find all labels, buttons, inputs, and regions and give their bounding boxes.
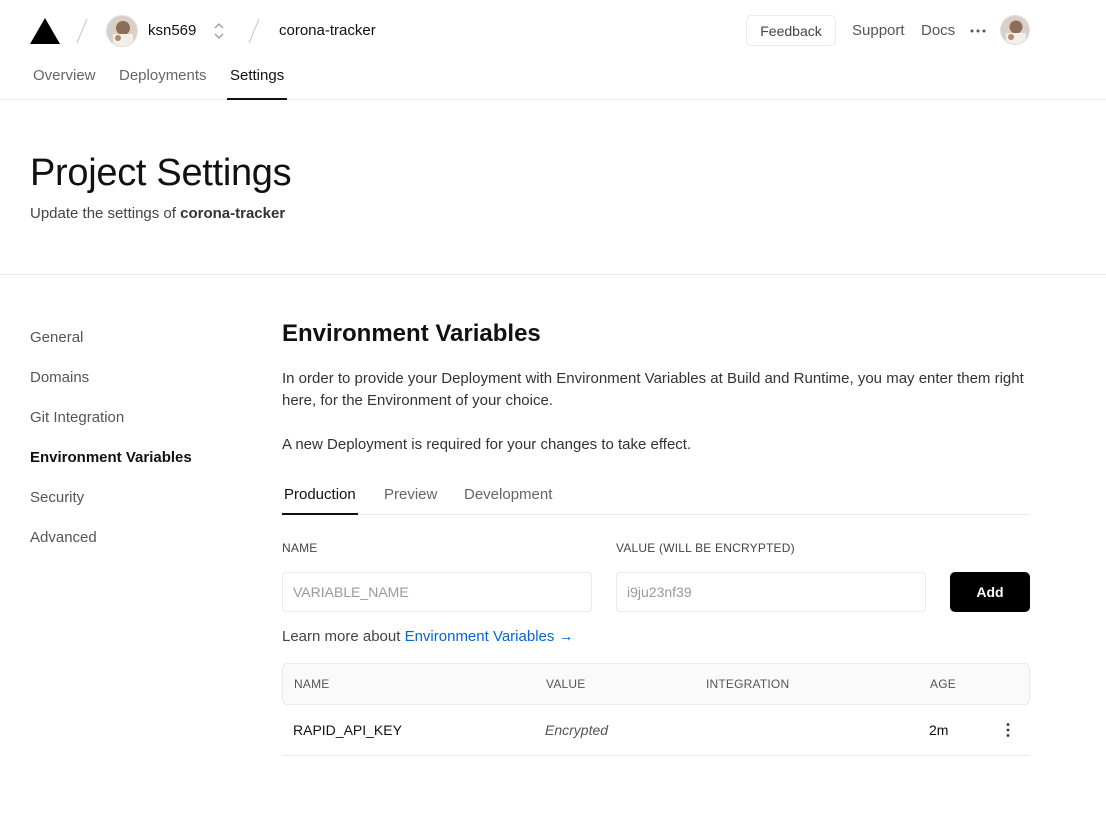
team-avatar[interactable] bbox=[106, 15, 138, 47]
breadcrumb-separator-icon bbox=[76, 18, 88, 44]
vercel-logo-icon[interactable] bbox=[30, 18, 60, 44]
breadcrumb-separator-icon bbox=[248, 18, 260, 44]
section-title: Environment Variables bbox=[282, 320, 541, 347]
section-description: In order to provide your Deployment with… bbox=[282, 370, 1024, 409]
tab-development[interactable]: Development bbox=[464, 486, 552, 515]
sidebar-item-git-integration[interactable]: Git Integration bbox=[30, 409, 230, 449]
name-field-label: NAME bbox=[282, 541, 318, 555]
top-header: ksn569 corona-tracker Feedback Support D… bbox=[0, 0, 1106, 100]
tab-overview[interactable]: Overview bbox=[33, 67, 96, 100]
deployment-notice: A new Deployment is required for your ch… bbox=[282, 436, 692, 453]
project-name[interactable]: corona-tracker bbox=[279, 22, 376, 39]
subtitle-text: Update the settings of bbox=[30, 205, 181, 222]
column-header-name: NAME bbox=[294, 677, 330, 691]
team-name[interactable]: ksn569 bbox=[148, 22, 196, 39]
env-vars-table: NAME VALUE INTEGRATION AGE RAPID_API_KEY… bbox=[282, 663, 1030, 756]
variable-value-cell: Encrypted bbox=[545, 722, 609, 738]
more-horizontal-icon[interactable] bbox=[969, 24, 987, 38]
variable-value-input[interactable] bbox=[616, 572, 926, 612]
sidebar-item-environment-variables[interactable]: Environment Variables bbox=[30, 449, 230, 489]
support-link[interactable]: Support bbox=[852, 22, 905, 39]
page-header: Project Settings Update the settings of … bbox=[0, 100, 1106, 275]
add-variable-button[interactable]: Add bbox=[950, 572, 1030, 612]
settings-sidebar: General Domains Git Integration Environm… bbox=[30, 329, 230, 569]
variable-name-input[interactable] bbox=[282, 572, 592, 612]
more-vertical-icon[interactable] bbox=[1002, 722, 1014, 738]
docs-link[interactable]: Docs bbox=[921, 22, 955, 39]
sidebar-item-domains[interactable]: Domains bbox=[30, 369, 230, 409]
subtitle-project-name: corona-tracker bbox=[180, 205, 286, 222]
feedback-button[interactable]: Feedback bbox=[746, 15, 836, 46]
variable-age-cell: 2m bbox=[929, 722, 949, 738]
chevron-up-down-icon[interactable] bbox=[212, 20, 226, 42]
tab-settings[interactable]: Settings bbox=[227, 67, 288, 100]
page-title: Project Settings bbox=[30, 152, 292, 194]
learn-more-text: Learn more about bbox=[282, 628, 405, 645]
env-vars-docs-link[interactable]: Environment Variables → bbox=[405, 628, 574, 645]
table-header: NAME VALUE INTEGRATION AGE bbox=[282, 663, 1030, 705]
tab-preview[interactable]: Preview bbox=[384, 486, 437, 515]
table-row: RAPID_API_KEY Encrypted 2m bbox=[282, 705, 1030, 756]
tab-deployments[interactable]: Deployments bbox=[119, 67, 207, 100]
sidebar-item-security[interactable]: Security bbox=[30, 489, 230, 529]
variable-name-cell: RAPID_API_KEY bbox=[293, 722, 402, 738]
column-header-value: VALUE bbox=[546, 677, 586, 691]
environment-tabs: Production Preview Development bbox=[282, 486, 1030, 515]
tab-production[interactable]: Production bbox=[282, 486, 358, 515]
column-header-age: AGE bbox=[930, 677, 956, 691]
env-vars-section: Environment Variables In order to provid… bbox=[282, 320, 1030, 756]
user-avatar[interactable] bbox=[1000, 15, 1030, 45]
column-header-integration: INTEGRATION bbox=[706, 677, 790, 691]
sidebar-item-advanced[interactable]: Advanced bbox=[30, 529, 230, 569]
sidebar-item-general[interactable]: General bbox=[30, 329, 230, 369]
value-field-label: VALUE (WILL BE ENCRYPTED) bbox=[616, 541, 795, 555]
page-subtitle: Update the settings of corona-tracker bbox=[30, 205, 285, 222]
learn-more: Learn more about Environment Variables → bbox=[282, 628, 574, 645]
